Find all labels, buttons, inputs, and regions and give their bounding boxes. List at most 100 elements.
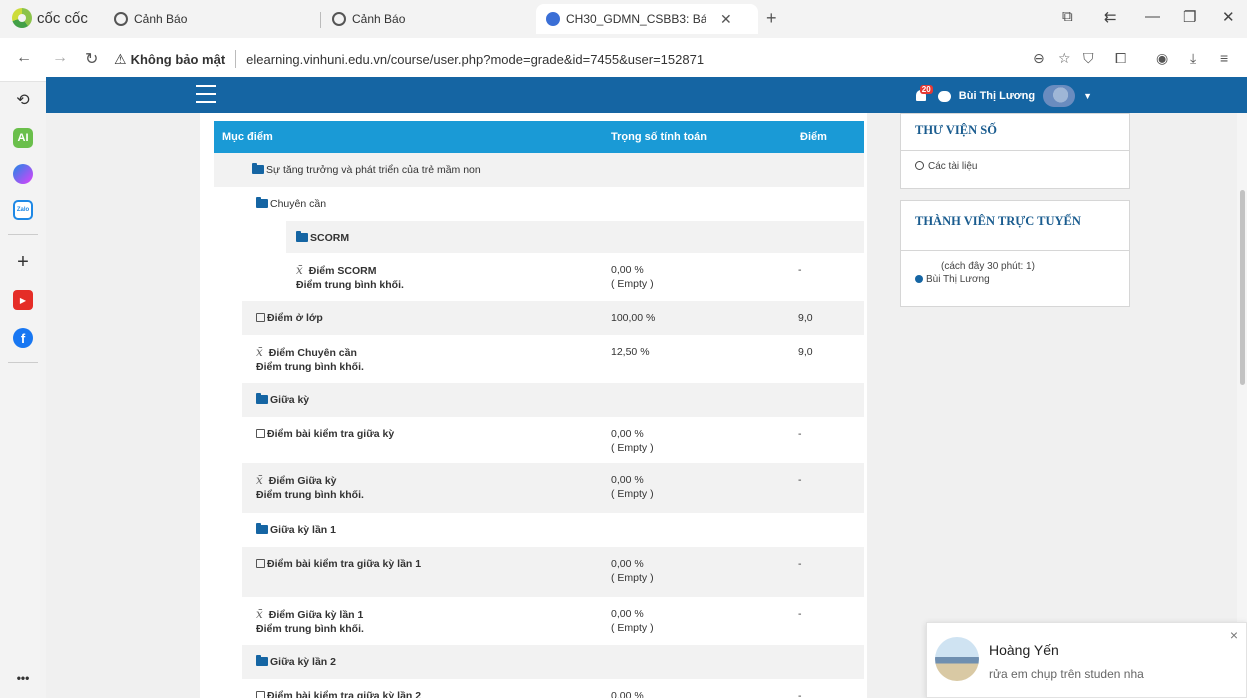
more-icon[interactable]: ••• [13, 668, 33, 688]
address-bar-row: ← → ↻ ⚠ Không bảo mật elearning.vinhuni.… [0, 38, 1247, 82]
table-row-item: Điểm bài kiểm tra giữa kỳ lần 2 0,00 % - [242, 679, 864, 698]
extensions-icon[interactable]: ⧠ [1115, 50, 1126, 67]
grade-cell: - [798, 428, 802, 440]
menu-icon[interactable]: ≡ [1220, 50, 1228, 66]
browser-tab-strip: cốc cốc Cảnh Báo Cảnh Báo CH30_GDMN_CSBB… [0, 0, 1247, 38]
table-row-total: x̄ Điểm Giữa kỳ lần 1 Điểm trung bình khối… [242, 597, 864, 645]
category-name: SCORM [296, 231, 349, 245]
ai-icon[interactable]: AI [13, 128, 33, 148]
grade-item-icon [256, 691, 265, 698]
browser-brand-label: cốc cốc [37, 9, 88, 27]
minimize-icon[interactable]: — [1145, 8, 1160, 25]
chat-close-icon[interactable]: × [1230, 627, 1238, 643]
grade-item-icon [256, 429, 265, 438]
close-tab-icon[interactable]: ✕ [720, 11, 732, 28]
tab-canh-bao-1[interactable]: Cảnh Báo [104, 4, 197, 34]
history-icon[interactable]: ⟲ [13, 90, 33, 110]
window-close-icon[interactable]: ✕ [1222, 8, 1235, 26]
column-header-grade[interactable]: Điểm [800, 131, 827, 143]
coccoc-logo-icon [12, 8, 32, 28]
category-name: Giữa kỳ lần 2 [256, 655, 336, 669]
table-row-item: Điểm bài kiểm tra giữa kỳ lần 1 0,00 %( … [242, 547, 864, 597]
grade-item-link[interactable]: Điểm bài kiểm tra giữa kỳ lần 1 [256, 557, 421, 571]
online-users-body: (cách đây 30 phút: 1) Bùi Thị Lương [901, 251, 1129, 295]
chat-sender-name: Hoàng Yến [989, 642, 1059, 658]
page-scrollbar[interactable] [1237, 113, 1247, 698]
tab-active-course[interactable]: CH30_GDMN_CSBB3: Báo các ✕ [536, 4, 758, 34]
mean-symbol-icon: x̄ [256, 607, 263, 621]
download-icon[interactable]: ⤓ [1190, 50, 1196, 67]
page-scrollbar-thumb[interactable] [1240, 190, 1245, 385]
zoom-icon[interactable]: ⊖ [1033, 50, 1045, 67]
grade-item-link[interactable]: Điểm ở lớp [256, 311, 323, 325]
grade-cell: 9,0 [798, 346, 813, 358]
tab-search-icon[interactable]: ⇇ [1104, 8, 1117, 26]
new-tab-button[interactable]: + [766, 8, 777, 29]
shield-icon[interactable]: ⛉ [1083, 50, 1094, 67]
table-row-category: Sự tăng trưởng và phát triển của trẻ mầm… [214, 153, 864, 187]
grade-item-icon [256, 313, 265, 322]
chat-sender-avatar [935, 637, 979, 681]
category-name: Giữa kỳ lần 1 [256, 523, 336, 537]
grade-item-link[interactable]: Điểm bài kiểm tra giữa kỳ lần 2 [256, 689, 421, 698]
add-icon[interactable]: + [13, 251, 33, 273]
library-block-title: THƯ VIỆN SỐ [901, 114, 1129, 151]
mean-symbol-icon: x̄ [256, 473, 263, 487]
user-avatar[interactable] [1043, 85, 1076, 107]
url-field[interactable]: ⚠ Không bảo mật elearning.vinhuni.edu.vn… [114, 46, 1114, 72]
weight-cell: 0,00 % [611, 690, 644, 698]
search-icon [915, 161, 924, 170]
tab-title: Cảnh Báo [352, 12, 406, 26]
online-users-note: (cách đây 30 phút: 1) [941, 261, 1035, 272]
user-menu-caret-icon[interactable]: ▼ [1083, 91, 1092, 101]
folder-icon [256, 655, 268, 666]
globe-icon [332, 12, 346, 26]
table-row-category: Giữa kỳ lần 2 [242, 645, 864, 679]
table-row-category: Chuyên cần [242, 187, 864, 221]
url-divider [235, 50, 237, 68]
sidebar-divider [8, 362, 38, 363]
cast-icon[interactable]: ⧉ [1062, 8, 1073, 25]
zalo-icon[interactable]: Zalo [13, 200, 33, 220]
header-user-area: 20 Bùi Thị Lương ▼ [914, 85, 1092, 107]
folder-icon [256, 197, 268, 208]
column-header-weight[interactable]: Trọng số tính toán [611, 131, 707, 143]
grade-item-link[interactable]: Điểm bài kiểm tra giữa kỳ [256, 427, 394, 441]
total-name: x̄ Điểm Chuyên cần Điểm trung bình khối. [256, 345, 364, 373]
library-documents-link[interactable]: Các tài liệu [901, 151, 1129, 182]
header-user-name[interactable]: Bùi Thị Lương [959, 90, 1035, 102]
weight-cell: 0,00 %( Empty ) [611, 558, 654, 584]
url-text: elearning.vinhuni.edu.vn/course/user.php… [246, 51, 705, 67]
reload-icon[interactable]: ↻ [85, 49, 98, 69]
messages-icon[interactable] [937, 90, 951, 102]
folder-icon [256, 393, 268, 404]
weight-cell: 0,00 %( Empty ) [611, 428, 654, 454]
facebook-icon[interactable]: f [13, 328, 33, 348]
table-row-total: x̄ Điểm Giữa kỳ Điểm trung bình khối. 0,00… [242, 463, 864, 513]
hamburger-menu-icon[interactable] [196, 85, 216, 103]
back-arrow-icon[interactable]: ← [16, 49, 32, 67]
notification-bell-icon[interactable]: 20 [914, 85, 933, 104]
forward-arrow-icon[interactable]: → [52, 49, 68, 67]
page-content: Mục điểm Trọng số tính toán Điểm Sự tăng… [46, 113, 1237, 698]
browser-brand[interactable]: cốc cốc [12, 8, 88, 28]
restore-icon[interactable]: ❐ [1183, 8, 1196, 26]
folder-icon [296, 231, 308, 242]
online-user-link[interactable]: Bùi Thị Lương [915, 274, 1115, 285]
profile-icon[interactable]: ◉ [1156, 50, 1168, 67]
total-name: x̄ Điểm Giữa kỳ Điểm trung bình khối. [256, 473, 364, 501]
tab-canh-bao-2[interactable]: Cảnh Báo [322, 4, 415, 34]
insecure-label: Không bảo mật [130, 51, 226, 67]
youtube-icon[interactable]: ▶ [13, 290, 33, 310]
tab-separator [320, 12, 321, 28]
folder-icon [256, 523, 268, 534]
column-header-item[interactable]: Mục điểm [222, 131, 273, 143]
messenger-icon[interactable] [13, 164, 33, 184]
online-users-block: THÀNH VIÊN TRỰC TUYẾN (cách đây 30 phút:… [900, 200, 1130, 307]
mean-symbol-icon: x̄ [296, 263, 303, 277]
online-users-block-title: THÀNH VIÊN TRỰC TUYẾN [901, 201, 1129, 251]
tab-title: Cảnh Báo [134, 12, 188, 26]
chat-notification-popup[interactable]: Hoàng Yến rửa em chụp trên studen nha × [926, 622, 1247, 698]
grade-cell: - [798, 558, 802, 570]
bookmark-star-icon[interactable]: ☆ [1058, 50, 1071, 67]
